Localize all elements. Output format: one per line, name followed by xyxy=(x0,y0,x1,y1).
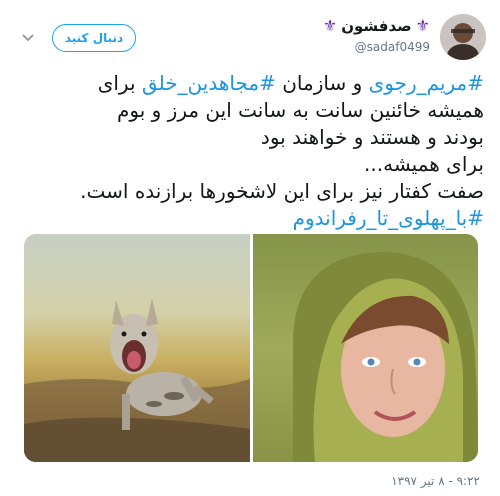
tweet-text-segment: برای xyxy=(97,71,142,95)
hashtag-link[interactable]: #مجاهدین_خلق xyxy=(142,71,276,95)
tweet-line: #مریم_رجوی و سازمان #مجاهدین_خلق برای xyxy=(18,70,484,97)
hashtag-link[interactable]: #مریم_رجوی xyxy=(369,71,484,95)
tweet-line: همیشه خائنین سانت به سانت این مرز و بوم xyxy=(117,98,484,122)
portrait-illustration xyxy=(292,252,478,462)
chevron-down-icon[interactable] xyxy=(20,30,36,46)
woman-portrait-photo[interactable] xyxy=(252,234,478,462)
hashtag-link[interactable]: #با_پهلوی_تا_رفراندوم xyxy=(293,206,484,230)
tweet-line: صفت کفتار نیز برای این لاشخورها برازنده … xyxy=(80,179,484,203)
tweet-text-segment: و سازمان xyxy=(275,71,369,95)
tweet-line: بودند و هستند و خواهند بود xyxy=(260,125,484,149)
tweet-line: برای همیشه... xyxy=(364,152,484,176)
avatar-image xyxy=(440,14,486,60)
tweet-line: #با_پهلوی_تا_رفراندوم xyxy=(18,205,484,232)
media-grid xyxy=(24,234,478,462)
tweet-timestamp[interactable]: ۹:۲۲ - ۸ تیر ۱۳۹۷ xyxy=(391,474,480,488)
user-name-row[interactable]: ⚜ صدفشون ⚜ xyxy=(323,17,430,35)
user-handle[interactable]: @sadaf0499 xyxy=(355,40,430,54)
fleur-de-lis-icon: ⚜ xyxy=(322,16,338,35)
display-name[interactable]: صدفشون xyxy=(341,17,411,35)
hyena-photo[interactable] xyxy=(24,234,250,462)
fleur-de-lis-icon: ⚜ xyxy=(415,16,430,35)
tweet-text: #مریم_رجوی و سازمان #مجاهدین_خلق برای هم… xyxy=(18,70,484,232)
follow-button[interactable]: دنبال کنید xyxy=(52,24,136,52)
hyena-illustration xyxy=(24,298,250,462)
tweet-card: ⚜ صدفشون ⚜ @sadaf0499 دنبال کنید #مریم_ر… xyxy=(0,0,500,496)
avatar[interactable] xyxy=(440,14,486,60)
